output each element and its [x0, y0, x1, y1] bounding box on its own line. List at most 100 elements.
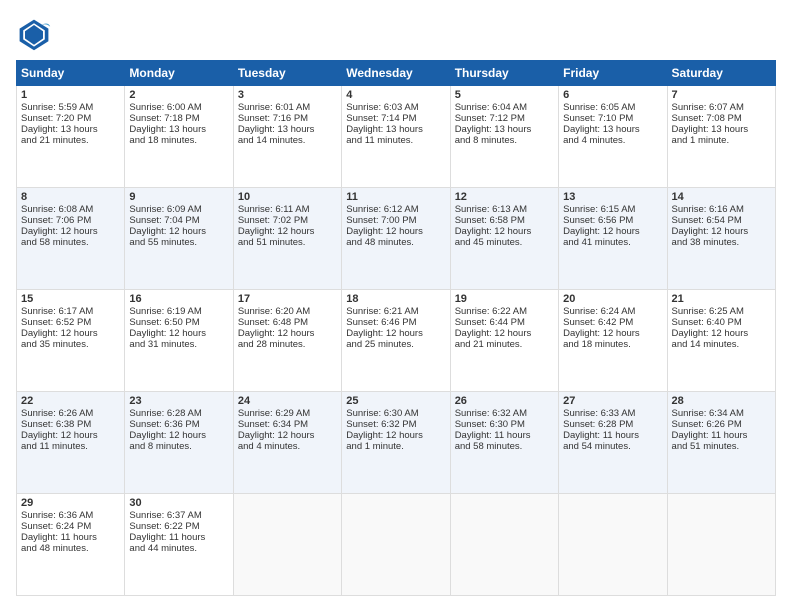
day-info-line: Sunrise: 6:00 AM: [129, 102, 228, 113]
weekday-header-row: SundayMondayTuesdayWednesdayThursdayFrid…: [17, 61, 776, 86]
day-info-line: Sunset: 7:12 PM: [455, 113, 554, 124]
day-info-line: Daylight: 12 hours: [129, 430, 228, 441]
day-info-line: and 1 minute.: [672, 135, 771, 146]
day-info-line: Daylight: 12 hours: [21, 430, 120, 441]
day-info-line: and 31 minutes.: [129, 339, 228, 350]
calendar-cell: 30Sunrise: 6:37 AMSunset: 6:22 PMDayligh…: [125, 494, 233, 596]
day-info-line: Sunset: 6:56 PM: [563, 215, 662, 226]
day-info-line: Sunrise: 6:26 AM: [21, 408, 120, 419]
day-number: 14: [672, 191, 771, 203]
weekday-header-monday: Monday: [125, 61, 233, 86]
day-number: 8: [21, 191, 120, 203]
day-info-line: Daylight: 12 hours: [672, 226, 771, 237]
day-number: 18: [346, 293, 445, 305]
day-info-line: and 41 minutes.: [563, 237, 662, 248]
calendar-cell: 24Sunrise: 6:29 AMSunset: 6:34 PMDayligh…: [233, 392, 341, 494]
weekday-header-saturday: Saturday: [667, 61, 775, 86]
day-info-line: Sunrise: 6:05 AM: [563, 102, 662, 113]
day-info-line: Sunrise: 6:20 AM: [238, 306, 337, 317]
day-info-line: and 14 minutes.: [672, 339, 771, 350]
day-number: 13: [563, 191, 662, 203]
day-info-line: Daylight: 11 hours: [672, 430, 771, 441]
day-info-line: Sunset: 6:32 PM: [346, 419, 445, 430]
calendar-cell: 10Sunrise: 6:11 AMSunset: 7:02 PMDayligh…: [233, 188, 341, 290]
day-number: 2: [129, 89, 228, 101]
calendar-cell: 15Sunrise: 6:17 AMSunset: 6:52 PMDayligh…: [17, 290, 125, 392]
day-info-line: Sunset: 6:42 PM: [563, 317, 662, 328]
day-info-line: and 58 minutes.: [21, 237, 120, 248]
day-info-line: and 11 minutes.: [21, 441, 120, 452]
day-info-line: Sunset: 6:40 PM: [672, 317, 771, 328]
day-info-line: Sunset: 7:04 PM: [129, 215, 228, 226]
calendar-cell: 9Sunrise: 6:09 AMSunset: 7:04 PMDaylight…: [125, 188, 233, 290]
calendar-cell: 17Sunrise: 6:20 AMSunset: 6:48 PMDayligh…: [233, 290, 341, 392]
day-info-line: Sunset: 7:18 PM: [129, 113, 228, 124]
day-info-line: and 51 minutes.: [238, 237, 337, 248]
calendar-cell: 13Sunrise: 6:15 AMSunset: 6:56 PMDayligh…: [559, 188, 667, 290]
day-number: 11: [346, 191, 445, 203]
day-number: 7: [672, 89, 771, 101]
calendar-cell: [233, 494, 341, 596]
day-info-line: and 4 minutes.: [238, 441, 337, 452]
day-info-line: Daylight: 12 hours: [346, 430, 445, 441]
day-info-line: Sunset: 7:10 PM: [563, 113, 662, 124]
day-info-line: and 44 minutes.: [129, 543, 228, 554]
day-info-line: Sunrise: 6:01 AM: [238, 102, 337, 113]
day-info-line: Sunrise: 6:07 AM: [672, 102, 771, 113]
calendar-cell: 19Sunrise: 6:22 AMSunset: 6:44 PMDayligh…: [450, 290, 558, 392]
calendar-cell: 3Sunrise: 6:01 AMSunset: 7:16 PMDaylight…: [233, 86, 341, 188]
day-info-line: and 38 minutes.: [672, 237, 771, 248]
day-info-line: Sunrise: 6:37 AM: [129, 510, 228, 521]
day-number: 23: [129, 395, 228, 407]
calendar-cell: 26Sunrise: 6:32 AMSunset: 6:30 PMDayligh…: [450, 392, 558, 494]
day-info-line: Sunset: 7:06 PM: [21, 215, 120, 226]
day-number: 9: [129, 191, 228, 203]
day-info-line: Sunrise: 6:19 AM: [129, 306, 228, 317]
day-info-line: Sunrise: 6:36 AM: [21, 510, 120, 521]
day-info-line: and 51 minutes.: [672, 441, 771, 452]
day-number: 4: [346, 89, 445, 101]
day-info-line: Sunrise: 6:09 AM: [129, 204, 228, 215]
day-info-line: Daylight: 11 hours: [21, 532, 120, 543]
week-row-1: 1Sunrise: 5:59 AMSunset: 7:20 PMDaylight…: [17, 86, 776, 188]
day-info-line: Sunset: 6:24 PM: [21, 521, 120, 532]
day-number: 21: [672, 293, 771, 305]
day-info-line: Daylight: 12 hours: [672, 328, 771, 339]
day-info-line: Sunset: 7:00 PM: [346, 215, 445, 226]
week-row-4: 22Sunrise: 6:26 AMSunset: 6:38 PMDayligh…: [17, 392, 776, 494]
day-info-line: and 1 minute.: [346, 441, 445, 452]
day-info-line: Sunset: 6:50 PM: [129, 317, 228, 328]
day-info-line: Sunrise: 6:24 AM: [563, 306, 662, 317]
logo: [16, 16, 58, 52]
day-number: 16: [129, 293, 228, 305]
day-number: 24: [238, 395, 337, 407]
weekday-header-friday: Friday: [559, 61, 667, 86]
weekday-header-wednesday: Wednesday: [342, 61, 450, 86]
calendar-cell: 23Sunrise: 6:28 AMSunset: 6:36 PMDayligh…: [125, 392, 233, 494]
day-info-line: Sunset: 6:30 PM: [455, 419, 554, 430]
day-info-line: Daylight: 13 hours: [21, 124, 120, 135]
day-info-line: Sunset: 6:46 PM: [346, 317, 445, 328]
day-number: 30: [129, 497, 228, 509]
day-info-line: Sunset: 6:22 PM: [129, 521, 228, 532]
day-info-line: Sunrise: 6:33 AM: [563, 408, 662, 419]
day-info-line: Daylight: 11 hours: [129, 532, 228, 543]
day-info-line: Daylight: 13 hours: [129, 124, 228, 135]
calendar-cell: 28Sunrise: 6:34 AMSunset: 6:26 PMDayligh…: [667, 392, 775, 494]
calendar-cell: 2Sunrise: 6:00 AMSunset: 7:18 PMDaylight…: [125, 86, 233, 188]
weekday-header-sunday: Sunday: [17, 61, 125, 86]
day-info-line: and 21 minutes.: [455, 339, 554, 350]
calendar-cell: 7Sunrise: 6:07 AMSunset: 7:08 PMDaylight…: [667, 86, 775, 188]
day-info-line: Sunrise: 6:30 AM: [346, 408, 445, 419]
day-info-line: Daylight: 12 hours: [455, 226, 554, 237]
day-number: 28: [672, 395, 771, 407]
day-info-line: Sunrise: 6:22 AM: [455, 306, 554, 317]
day-info-line: Sunrise: 6:03 AM: [346, 102, 445, 113]
day-info-line: and 45 minutes.: [455, 237, 554, 248]
day-info-line: Sunset: 6:54 PM: [672, 215, 771, 226]
calendar-cell: 4Sunrise: 6:03 AMSunset: 7:14 PMDaylight…: [342, 86, 450, 188]
day-number: 27: [563, 395, 662, 407]
calendar-cell: 21Sunrise: 6:25 AMSunset: 6:40 PMDayligh…: [667, 290, 775, 392]
day-info-line: and 35 minutes.: [21, 339, 120, 350]
day-number: 3: [238, 89, 337, 101]
